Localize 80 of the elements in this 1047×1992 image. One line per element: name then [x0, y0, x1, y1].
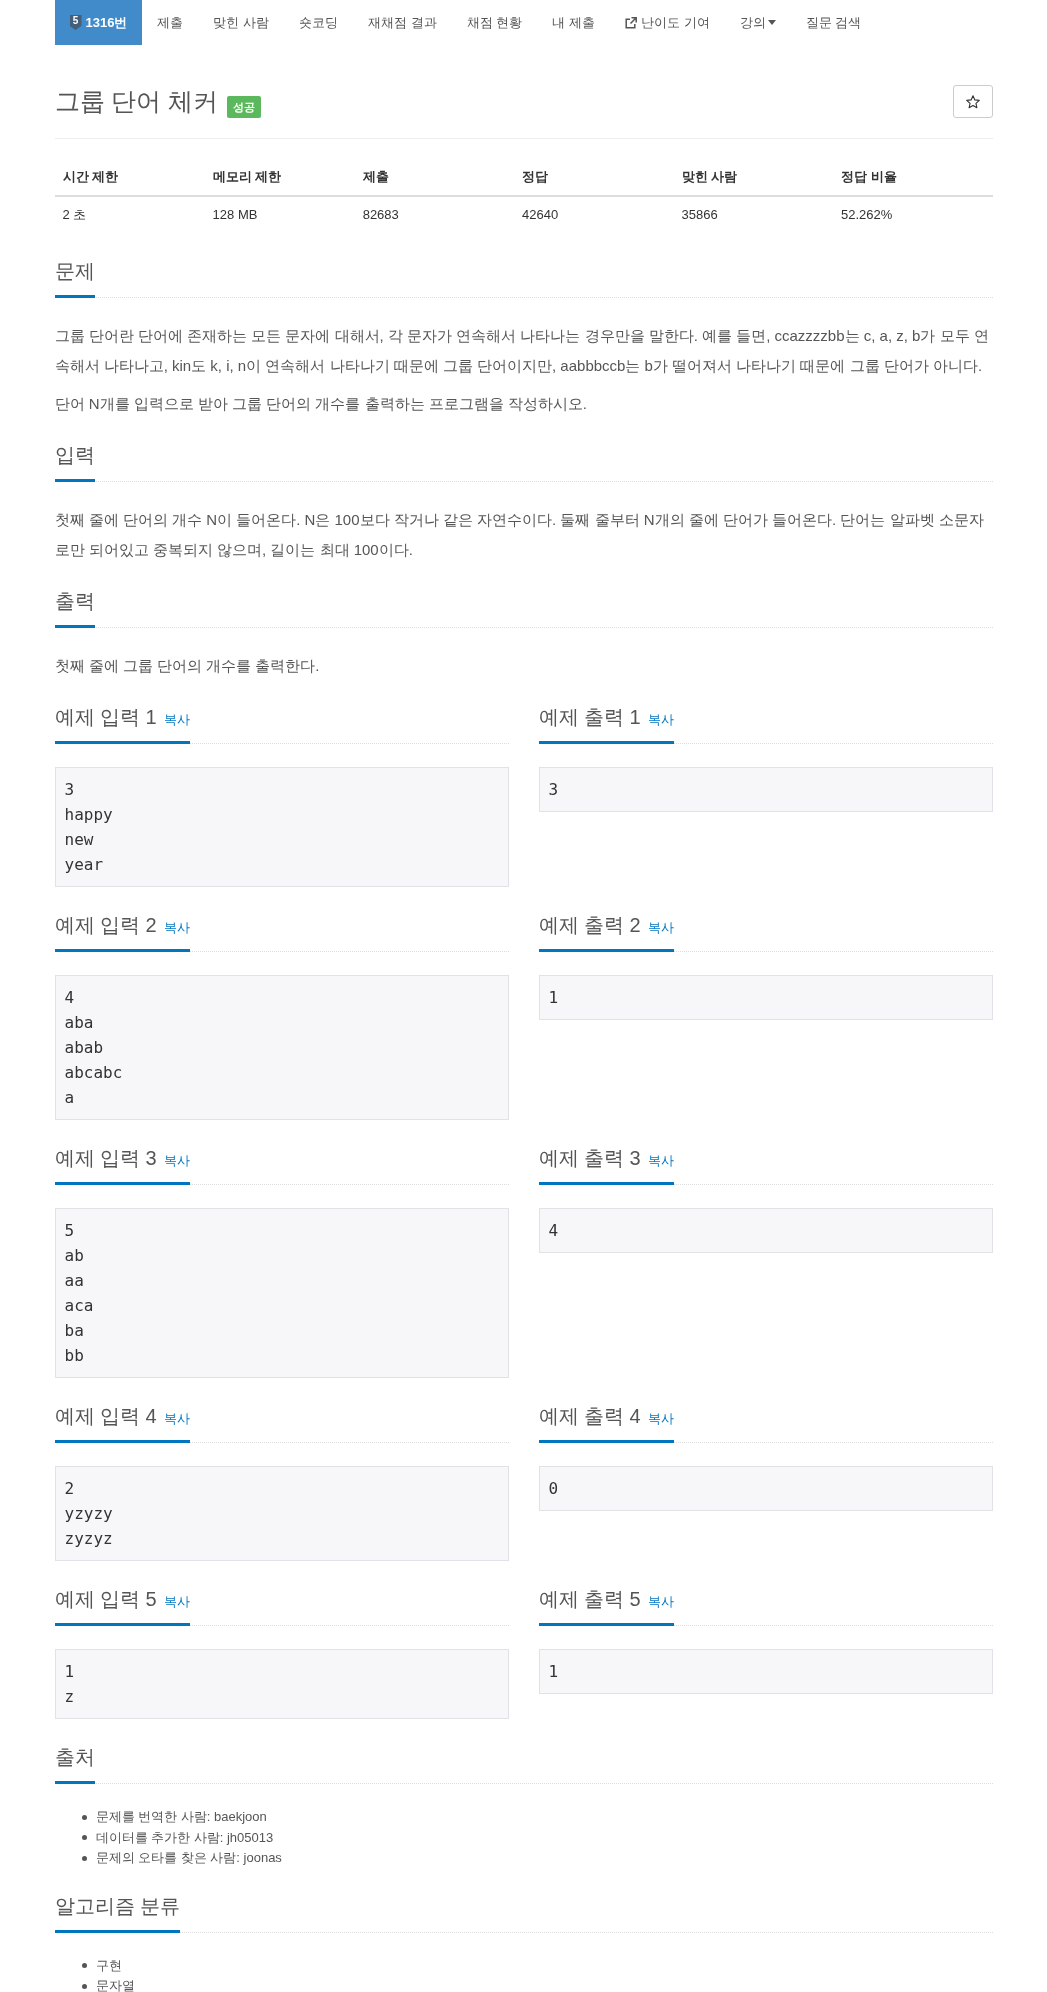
copy-link[interactable]: 복사 [647, 1153, 674, 1169]
section-heading: 출처 [54, 1746, 95, 1768]
table-cell: 82683 [354, 196, 515, 233]
copy-link[interactable]: 복사 [163, 1411, 190, 1427]
column-header: 맞힌 사람 [673, 159, 833, 196]
copy-link[interactable]: 복사 [647, 1411, 674, 1427]
sample-heading: 예제 출력 5 [538, 1588, 641, 1610]
section-heading: 출력 [54, 590, 95, 612]
credit-text: 데이터를 추가한 사람: jh05013 [95, 1828, 274, 1847]
section-heading: 문제 [54, 260, 95, 282]
sample-output-box: 1 [538, 975, 993, 1020]
nav-link[interactable]: 내 제출 [537, 0, 610, 45]
column-header: 시간 제한 [54, 159, 205, 196]
sample-heading: 예제 입력 2 [54, 914, 157, 936]
sample-output-box: 0 [538, 1466, 993, 1511]
bullet-icon [81, 1814, 87, 1820]
sample-input-box: 2 yzyzy zyzyz [54, 1466, 509, 1561]
bullet-icon [81, 1835, 87, 1841]
user-link[interactable]: baekjoon [213, 1809, 267, 1824]
user-link[interactable]: jh05013 [226, 1829, 274, 1845]
problem-title: 그룹 단어 체커 [54, 86, 219, 117]
description-paragraph: 첫째 줄에 그룹 단어의 개수를 출력한다. [54, 656, 321, 676]
table-cell: 128 MB [204, 196, 355, 233]
algorithm-tag-link[interactable]: 구현 [95, 1955, 122, 1976]
sample-output-box: 3 [538, 767, 993, 812]
external-link-icon [624, 16, 637, 29]
sample-heading: 예제 출력 3 [538, 1147, 641, 1169]
sample-heading: 예제 입력 5 [54, 1588, 157, 1610]
copy-link[interactable]: 복사 [163, 1594, 190, 1610]
user-link[interactable]: joonas [243, 1850, 282, 1865]
table-cell: 42640 [514, 196, 674, 233]
column-header: 제출 [354, 159, 515, 196]
nav-link[interactable]: 난이도 기여 [609, 0, 725, 45]
column-header: 메모리 제한 [204, 159, 355, 196]
sample-output-box: 1 [538, 1649, 993, 1694]
nav-link[interactable]: 숏코딩 [284, 0, 354, 45]
sample-output-box: 4 [538, 1208, 993, 1253]
nav-link[interactable]: 맞힌 사람 [198, 0, 285, 45]
sample-input-box: 1 z [54, 1649, 509, 1719]
sample-heading: 예제 출력 1 [538, 706, 641, 728]
nav-link[interactable]: 채점 현황 [451, 0, 538, 45]
sample-heading: 예제 입력 3 [54, 1147, 157, 1169]
result-badge: 성공 [227, 96, 262, 118]
sample-heading: 예제 출력 4 [538, 1405, 641, 1427]
column-header: 정답 [514, 159, 674, 196]
bullet-icon [81, 1963, 87, 1969]
credit-text: 문제를 번역한 사람: baekjoon [95, 1808, 267, 1826]
credit-text: 문제의 오타를 찾은 사람: joonas [95, 1849, 282, 1867]
copy-link[interactable]: 복사 [163, 1153, 190, 1169]
section-heading: 알고리즘 분류 [54, 1894, 181, 1917]
sample-input-box: 4 aba abab abcabc a [54, 975, 509, 1120]
sample-input-box: 3 happy new year [54, 767, 509, 887]
nav-link[interactable]: 질문 검색 [790, 0, 877, 45]
algorithm-tag-link[interactable]: 문자열 [95, 1976, 135, 1992]
table-cell: 35866 [673, 196, 833, 233]
nav-link[interactable]: 제출 [142, 0, 199, 45]
copy-link[interactable]: 복사 [647, 1594, 674, 1610]
sample-heading: 예제 입력 1 [54, 706, 157, 728]
copy-link[interactable]: 복사 [647, 712, 674, 728]
column-header: 정답 비율 [833, 159, 993, 196]
description-paragraph: 단어 N개를 입력으로 받아 그룹 단어의 개수를 출력하는 프로그램을 작성하시오. [54, 394, 588, 414]
copy-link[interactable]: 복사 [647, 920, 674, 936]
problem-number-tab[interactable]: 5 1316번 [54, 0, 143, 45]
sample-heading: 예제 출력 2 [538, 914, 641, 936]
nav-link[interactable]: 재채점 결과 [353, 0, 452, 45]
table-cell: 52.262% [833, 196, 993, 233]
description-paragraph: 첫째 줄에 단어의 개수 N이 들어온다. N은 100보다 작거나 같은 자연수이다. 둘째 줄부터 N개의 줄에 단어가 들어온다. 단어는 알파벳 소문자로만 되어있고 중복되지 않으며, 길이는 최대 100이다. [54, 510, 985, 560]
sample-input-box: 5 ab aa aca ba bb [54, 1208, 509, 1378]
caret-icon [767, 20, 776, 25]
nav-link[interactable]: 강의 [724, 0, 791, 45]
copy-link[interactable]: 복사 [163, 920, 190, 936]
section-heading: 입력 [54, 444, 95, 466]
description-paragraph: 그룹 단어란 단어에 존재하는 모든 문자에 대해서, 각 문자가 연속해서 나타나는 경우만을 말한다. 예를 들면, ccazzzzbb는 c, a, z, b가 모두 연속해서 나타나고, kin도 k, i, n이 연속해서 나타나기 때문에 그룹 단어이지만, aabbbccb는 b가 떨어져서 나타나기 때문에 그룹 단어가 아니다. [54, 326, 990, 376]
bullet-icon [81, 1983, 87, 1989]
table-cell: 2 초 [54, 196, 205, 233]
copy-link[interactable]: 복사 [163, 712, 190, 728]
sample-heading: 예제 입력 4 [54, 1405, 157, 1427]
bullet-icon [81, 1855, 87, 1861]
tier-badge: 5 [69, 15, 82, 30]
favorite-button[interactable] [952, 85, 993, 118]
